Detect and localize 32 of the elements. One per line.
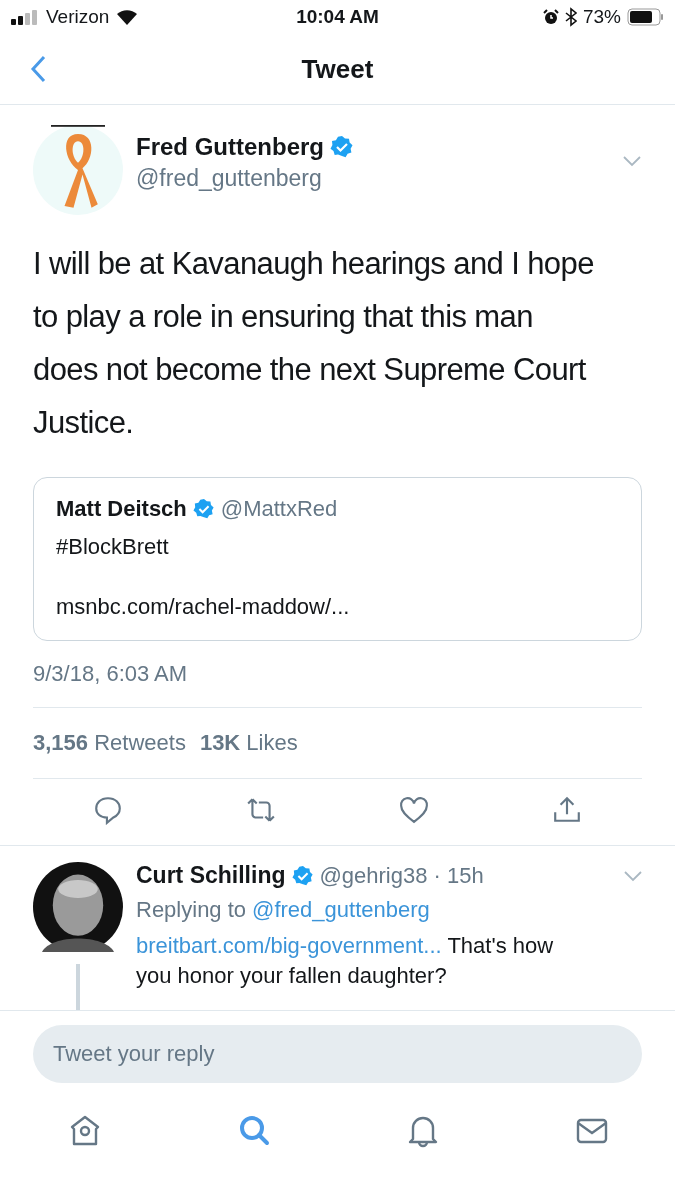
reply-author-handle: @gehrig38	[319, 862, 428, 889]
clock-time: 10:04 AM	[296, 6, 379, 28]
quoted-link: msnbc.com/rachel-maddow/...	[56, 594, 350, 620]
article-link[interactable]: breitbart.com/big-government...	[136, 933, 442, 958]
author-name[interactable]: Fred Guttenberg	[136, 133, 324, 161]
wifi-icon	[115, 8, 140, 26]
share-icon[interactable]	[552, 795, 582, 825]
reply-text: breitbart.com/big-government... That's how you honor your fallen daughter?	[136, 932, 555, 990]
tweet-text: I will be at Kavanaugh hearings and I hope to play a role in ensuring that this man does not become the next Supreme Court Justice.	[33, 245, 595, 442]
stat-count[interactable]: 13K Likes	[199, 730, 298, 756]
timestamp: 9/3/18, 6:03 AM	[33, 641, 642, 708]
quoted-tweet[interactable]: Matt Deitsch @MattxRed #BlockBrett msnbc.com/rachel-maddow/...	[33, 477, 642, 641]
replying-label: Replying to	[136, 897, 247, 923]
quoted-text: #BlockBrett	[56, 534, 169, 560]
quoted-author-name: Matt Deitsch	[56, 496, 187, 522]
author-handle[interactable]: @fred_guttenberg	[136, 165, 354, 192]
reply-time: · 15h	[433, 862, 484, 889]
signal-icon	[10, 9, 40, 25]
battery-icon	[627, 8, 665, 26]
reply-icon[interactable]	[93, 795, 123, 825]
bluetooth-icon	[564, 7, 577, 27]
alarm-icon	[542, 9, 559, 25]
quoted-author-handle: @MattxRed	[220, 496, 338, 522]
battery-percent: 73%	[582, 6, 621, 28]
page-title: Tweet	[301, 53, 374, 85]
reply-field[interactable]: Tweet your reply	[33, 1025, 642, 1083]
heart-icon[interactable]	[399, 795, 429, 825]
back-icon[interactable]	[30, 55, 46, 83]
stat-count[interactable]: 3,156 Retweets	[33, 730, 186, 756]
mention-link[interactable]: @fred_guttenberg	[252, 897, 430, 923]
reply-author-name[interactable]: Curt Schilling	[136, 862, 286, 889]
carrier-name: Verizon	[46, 6, 110, 28]
